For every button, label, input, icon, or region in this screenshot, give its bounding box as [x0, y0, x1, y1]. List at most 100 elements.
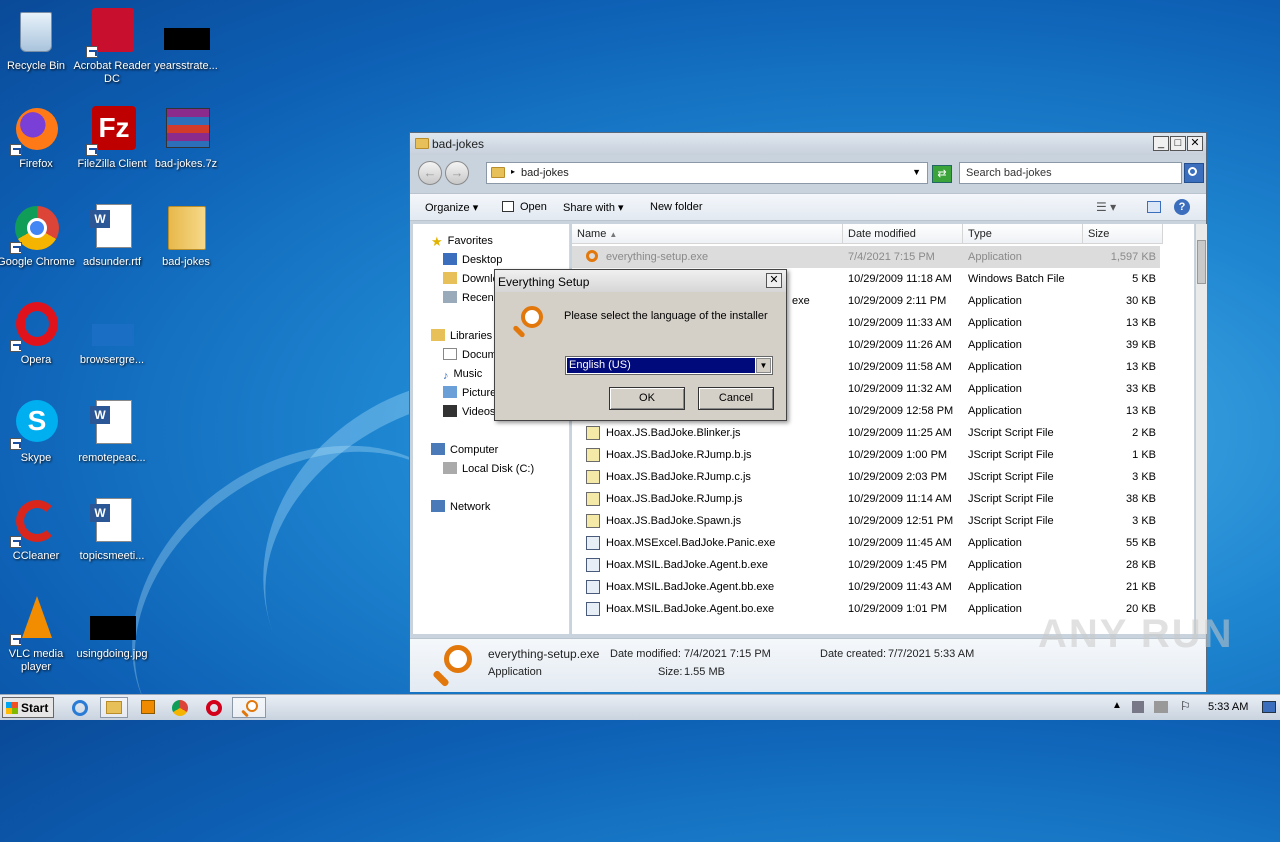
nav-network[interactable]: Network: [431, 498, 490, 517]
taskbar-ie-icon[interactable]: [66, 697, 94, 718]
nav-local-disk[interactable]: Local Disk (C:): [443, 460, 534, 479]
desktop-icon-opera[interactable]: Opera: [0, 302, 76, 367]
tray-volume-icon[interactable]: ⚐: [1180, 699, 1191, 713]
clock[interactable]: 5:33 AM: [1208, 701, 1248, 713]
desktop-icon-chrome[interactable]: Google Chrome: [0, 204, 76, 269]
nav-libraries[interactable]: Libraries: [431, 327, 492, 346]
file-name-cell: exe: [792, 295, 810, 307]
ok-button[interactable]: OK: [609, 387, 685, 410]
filezilla-icon: Fz: [86, 106, 136, 156]
table-row[interactable]: Hoax.MSIL.BadJoke.Agent.bb.exe 10/29/2009…: [572, 576, 1160, 598]
application-icon: [586, 558, 600, 572]
tray-action-center-icon[interactable]: [1154, 701, 1168, 713]
table-row[interactable]: Hoax.MSExcel.BadJoke.Panic.exe 10/29/2009…: [572, 532, 1160, 554]
desktop-icon-remotepeac[interactable]: W remotepeac...: [72, 400, 152, 465]
search-input[interactable]: Search bad-jokes: [959, 162, 1182, 184]
nav-music[interactable]: ♪ Music: [443, 365, 482, 384]
folder-icon: [415, 138, 429, 149]
tray-network-icon[interactable]: [1132, 701, 1144, 713]
nav-downloads[interactable]: Downlo: [443, 270, 499, 289]
nav-pictures[interactable]: Picture: [443, 384, 496, 403]
desktop-icon-vlc[interactable]: VLC media player: [0, 596, 76, 674]
table-row[interactable]: Hoax.MSIL.BadJoke.Agent.b.exe 10/29/2009 …: [572, 554, 1160, 576]
file-name-cell: Hoax.MSIL.BadJoke.Agent.bo.exe: [606, 603, 775, 615]
dialog-titlebar[interactable]: Everything Setup ✕: [495, 270, 786, 292]
desktop-icon-acrobat[interactable]: Acrobat Reader DC: [72, 8, 152, 86]
start-button[interactable]: Start: [2, 697, 54, 718]
share-with-button[interactable]: Share with: [563, 201, 624, 214]
window-titlebar[interactable]: bad-jokes _ □ ✕: [410, 133, 1206, 155]
file-size-cell: 30 KB: [1126, 295, 1156, 307]
dialog-close-button[interactable]: ✕: [766, 273, 782, 288]
nav-desktop[interactable]: Desktop: [443, 251, 502, 270]
preview-pane-icon[interactable]: [1147, 201, 1161, 213]
nav-recent[interactable]: Recen: [443, 289, 494, 308]
nav-documents[interactable]: Docum: [443, 346, 497, 365]
table-row[interactable]: Hoax.JS.BadJoke.RJump.b.js 10/29/2009 1:0…: [572, 444, 1160, 466]
file-date-cell: 10/29/2009 1:01 PM: [848, 603, 948, 615]
column-header-name[interactable]: Name ▲: [572, 224, 843, 244]
desktop-icon-usingdoing[interactable]: usingdoing.jpg: [72, 596, 152, 661]
nav-favorites[interactable]: ★ Favorites: [431, 232, 493, 251]
desktop-icon-yearsstrate[interactable]: yearsstrate...: [146, 8, 226, 73]
desktop-icon-label: topicsmeeti...: [79, 550, 145, 562]
column-label: Date modified: [848, 228, 916, 240]
column-header-type[interactable]: Type: [963, 224, 1083, 244]
desktop-icon-adsunder[interactable]: W adsunder.rtf: [72, 204, 152, 269]
nav-videos[interactable]: Videos: [443, 403, 495, 422]
table-row[interactable]: Hoax.JS.BadJoke.RJump.js 10/29/2009 11:14…: [572, 488, 1160, 510]
new-folder-button[interactable]: New folder: [650, 201, 703, 213]
address-dropdown-icon[interactable]: ▼: [912, 167, 921, 177]
table-row[interactable]: Hoax.JS.BadJoke.Spawn.js 10/29/2009 12:51…: [572, 510, 1160, 532]
file-size-cell: 21 KB: [1126, 581, 1156, 593]
cancel-button[interactable]: Cancel: [698, 387, 774, 410]
taskbar-media-player-icon[interactable]: [134, 697, 162, 718]
taskbar-explorer-icon[interactable]: [100, 697, 128, 718]
address-bar[interactable]: ▸ bad-jokes ▼: [486, 162, 928, 184]
organize-button[interactable]: Organize: [425, 201, 478, 214]
minimize-button[interactable]: _: [1153, 136, 1169, 151]
view-options-icon[interactable]: ☰ ▾: [1096, 200, 1116, 214]
desktop-icon-firefox[interactable]: Firefox: [0, 106, 76, 171]
desktop-icon-filezilla[interactable]: Fz FileZilla Client: [72, 106, 152, 171]
desktop-icon-recycle-bin[interactable]: Recycle Bin: [0, 8, 76, 73]
sort-arrow-icon: ▲: [609, 230, 618, 239]
maximize-button[interactable]: □: [1170, 136, 1186, 151]
file-date-cell: 10/29/2009 11:25 AM: [848, 427, 952, 439]
refresh-button[interactable]: ⇄: [932, 165, 952, 183]
vertical-scrollbar[interactable]: [1195, 224, 1207, 634]
music-icon: ♪: [443, 370, 449, 382]
table-row[interactable]: everything-setup.exe 7/4/2021 7:15 PM Appl…: [572, 246, 1160, 268]
scrollbar-thumb[interactable]: [1197, 240, 1206, 284]
script-file-icon: [586, 426, 600, 440]
tray-expand-icon[interactable]: ▲: [1112, 700, 1122, 711]
column-header-date[interactable]: Date modified: [843, 224, 963, 244]
chevron-down-icon[interactable]: ▼: [756, 358, 771, 373]
show-desktop-button[interactable]: [1262, 701, 1276, 713]
language-select[interactable]: English (US) ▼: [565, 356, 773, 375]
help-icon[interactable]: ?: [1174, 199, 1190, 215]
forward-button[interactable]: →: [445, 161, 469, 185]
open-button[interactable]: Open: [520, 201, 547, 213]
search-icon[interactable]: [1184, 163, 1204, 183]
taskbar-everything-icon[interactable]: [232, 697, 266, 718]
desktop-icon-ccleaner[interactable]: CCleaner: [0, 498, 76, 563]
desktop-icon-label: Recycle Bin: [6, 60, 66, 72]
taskbar-opera-icon[interactable]: [200, 697, 228, 718]
back-button[interactable]: ←: [418, 161, 442, 185]
close-button[interactable]: ✕: [1187, 136, 1203, 151]
taskbar-chrome-icon[interactable]: [166, 697, 194, 718]
file-date-cell: 7/4/2021 7:15 PM: [848, 251, 935, 263]
table-row[interactable]: Hoax.JS.BadJoke.Blinker.js 10/29/2009 11:…: [572, 422, 1160, 444]
column-header-size[interactable]: Size: [1083, 224, 1163, 244]
desktop-icon-skype[interactable]: S Skype: [0, 400, 76, 465]
table-row[interactable]: Hoax.JS.BadJoke.RJump.c.js 10/29/2009 2:0…: [572, 466, 1160, 488]
recent-places-icon: [443, 291, 457, 303]
desktop-icon-topicsmeeti[interactable]: W topicsmeeti...: [72, 498, 152, 563]
nav-computer[interactable]: Computer: [431, 441, 498, 460]
desktop-icon-bad-jokes-folder[interactable]: bad-jokes: [146, 204, 226, 269]
desktop-icon-label: remotepeac...: [78, 452, 146, 464]
desktop-icon-bad-jokes-7z[interactable]: bad-jokes.7z: [146, 106, 226, 171]
application-icon: [586, 536, 600, 550]
desktop-icon-browsergre[interactable]: browsergre...: [72, 302, 152, 367]
